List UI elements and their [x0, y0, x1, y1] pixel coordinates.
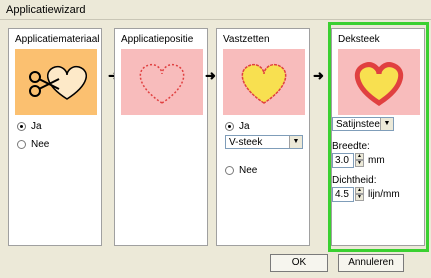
tack-thumbnail	[223, 49, 305, 115]
position-thumbnail	[121, 49, 203, 115]
panel-material-title: Applicatiemateriaal	[15, 34, 100, 45]
panel-tack-title: Vastzetten	[223, 34, 270, 45]
radio-dot	[225, 166, 234, 175]
radio-dot	[225, 122, 234, 131]
tack-radio-no[interactable]: Nee	[225, 165, 257, 176]
applicatie-wizard-window: Applicatiewizard Applicatiemateriaal Ja …	[0, 0, 431, 278]
tack-stitch-value: V-steek	[229, 137, 263, 148]
radio-dot	[17, 140, 26, 149]
cancel-button[interactable]: Annuleren	[338, 254, 404, 272]
highlight-frame	[328, 22, 429, 252]
ok-button[interactable]: OK	[270, 254, 328, 272]
panel-position: Applicatiepositie	[114, 28, 208, 246]
dotted-heart-icon	[139, 63, 185, 104]
panel-material: Applicatiemateriaal Ja Nee	[8, 28, 102, 246]
zigzag-heart-icon	[241, 63, 287, 104]
tack-radio-yes[interactable]: Ja	[225, 121, 250, 132]
tack-stitch-select[interactable]: V-steek ▼	[225, 135, 303, 149]
tack-radio-no-label: Nee	[239, 165, 258, 176]
arrow-right-icon: ➜	[313, 68, 324, 83]
chevron-down-icon[interactable]: ▼	[289, 136, 302, 148]
scissors-heart-icon	[29, 65, 88, 100]
arrow-right-icon: ➜	[205, 68, 216, 83]
tack-radio-yes-label: Ja	[239, 121, 250, 132]
material-radio-no-label: Nee	[31, 139, 50, 150]
radio-dot	[17, 122, 26, 131]
material-radio-no[interactable]: Nee	[17, 139, 49, 150]
material-thumbnail	[15, 49, 97, 115]
panel-position-title: Applicatiepositie	[121, 34, 194, 45]
window-title: Applicatiewizard	[6, 4, 86, 16]
material-radio-yes-label: Ja	[31, 121, 42, 132]
panel-tack: Vastzetten Ja V-steek ▼ Nee	[216, 28, 310, 246]
material-radio-yes[interactable]: Ja	[17, 121, 42, 132]
title-bar: Applicatiewizard	[0, 0, 431, 20]
